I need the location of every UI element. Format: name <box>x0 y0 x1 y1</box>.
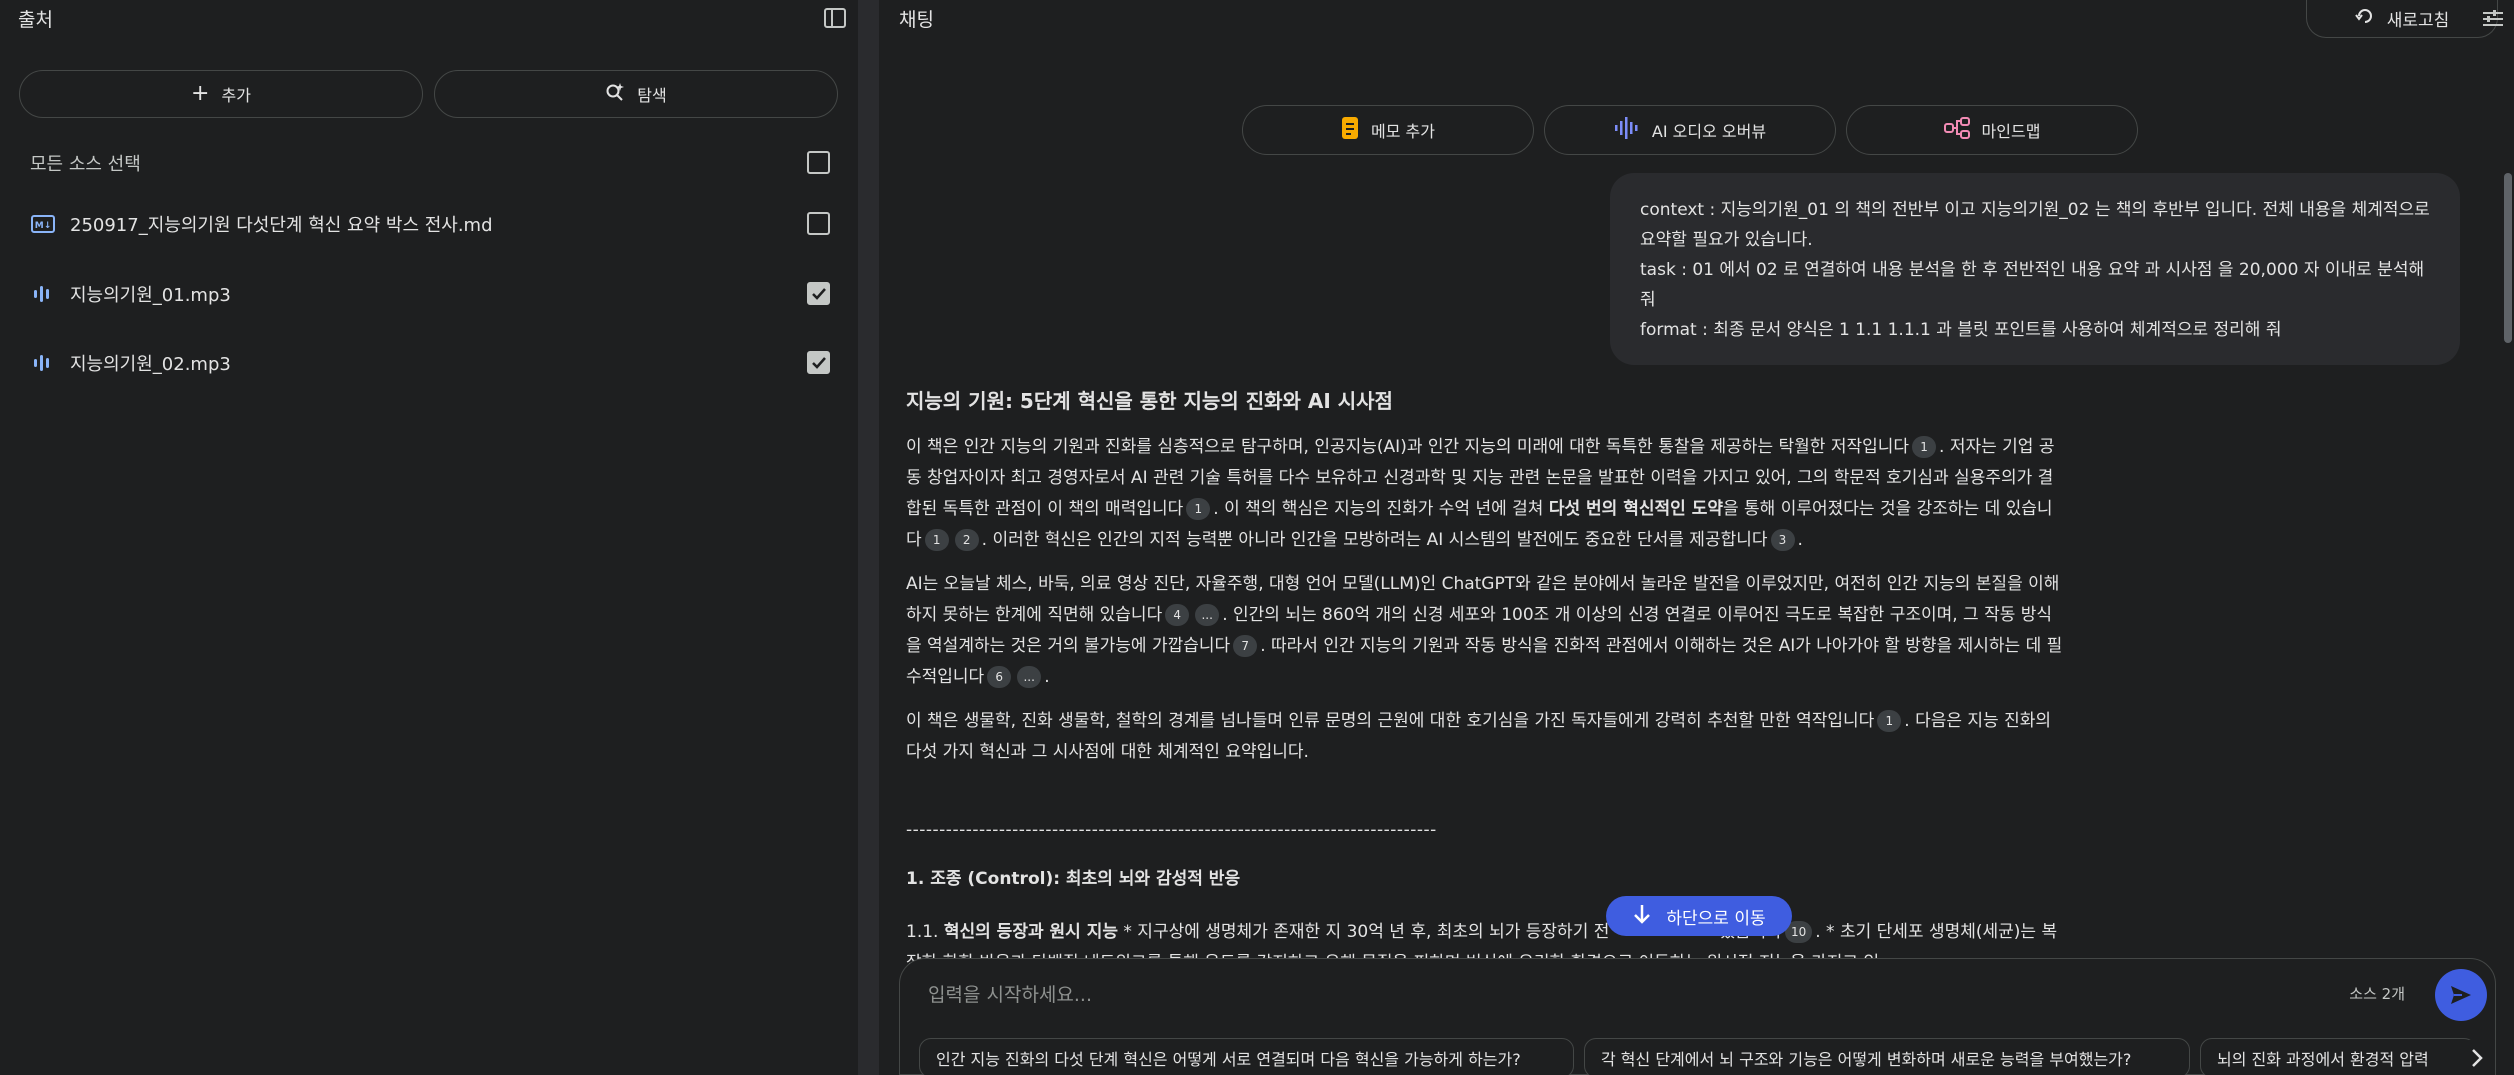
mindmap-button[interactable]: 마인드맵 <box>1846 105 2138 155</box>
check-icon <box>811 287 826 300</box>
source-item[interactable]: M↓ 250917_지능의기원 다섯단계 혁신 요약 박스 전사.md <box>30 206 830 242</box>
svg-text:M↓: M↓ <box>35 221 52 231</box>
source-checkbox[interactable] <box>807 282 830 305</box>
markdown-icon: M↓ <box>30 211 56 237</box>
arrow-down-icon <box>1632 903 1652 930</box>
audio-icon <box>30 281 56 307</box>
chat-title: 채팅 <box>899 9 934 31</box>
add-source-button[interactable]: + 추가 <box>19 70 423 118</box>
select-all-row[interactable]: 모든 소스 선택 <box>30 145 830 181</box>
check-icon <box>811 356 826 369</box>
answer-paragraph: AI는 오늘날 체스, 바둑, 의료 영상 진단, 자율주행, 대형 언어 모델… <box>906 574 2063 688</box>
audio-icon <box>30 350 56 376</box>
user-message-format: format : 최종 문서 양식은 1 1.1 1.1.1 과 블릿 포인트를… <box>1640 320 2282 340</box>
refresh-button[interactable]: 새로고침 <box>2306 0 2498 38</box>
citation-chip[interactable]: 1 <box>1877 710 1902 732</box>
citation-chip[interactable]: 1 <box>924 529 949 551</box>
select-all-label: 모든 소스 선택 <box>30 154 141 175</box>
add-note-button[interactable]: 메모 추가 <box>1242 105 1534 155</box>
divider-line: ----------------------------------------… <box>906 820 1437 840</box>
source-item[interactable]: 지능의기원_02.mp3 <box>30 345 830 381</box>
ai-answer: 지능의 기원: 5단계 혁신을 통한 지능의 진화와 AI 시사점 이 책은 인… <box>906 385 2066 992</box>
source-count: 소스 2개 <box>2349 985 2405 1003</box>
citation-chip[interactable]: ... <box>1195 604 1220 626</box>
source-name: 지능의기원_02.mp3 <box>70 354 231 375</box>
section-title: 1. 조종 (Control): 최초의 뇌와 감성적 반응 <box>906 869 1241 889</box>
citation-chip[interactable]: 3 <box>1770 529 1795 551</box>
citation-chip[interactable]: 2 <box>954 529 979 551</box>
citation-chip[interactable]: ... <box>1017 666 1042 688</box>
suggestion-chip[interactable]: 뇌의 진화 과정에서 환경적 압력 <box>2200 1038 2476 1075</box>
sources-title: 출처 <box>18 9 53 31</box>
chat-input[interactable] <box>928 979 2228 1011</box>
user-message: context : 지능의기원_01 의 책의 전반부 이고 지능의기원_02 … <box>1610 173 2460 365</box>
source-name: 250917_지능의기원 다섯단계 혁신 요약 박스 전사.md <box>70 215 493 236</box>
user-message-context: context : 지능의기원_01 의 책의 전반부 이고 지능의기원_02 … <box>1640 200 2430 250</box>
citation-chip[interactable]: 6 <box>987 666 1012 688</box>
citation-chip[interactable]: 7 <box>1233 635 1258 657</box>
refresh-icon <box>2354 6 2375 31</box>
source-checkbox[interactable] <box>807 212 830 235</box>
send-icon <box>2451 986 2471 1004</box>
citation-chip[interactable]: 1 <box>1186 498 1211 520</box>
waveform-icon <box>1614 116 1640 144</box>
user-message-task: task : 01 에서 02 로 연결하여 내용 분석을 한 후 전반적인 내… <box>1640 260 2425 310</box>
citation-chip[interactable]: 4 <box>1165 604 1190 626</box>
mindmap-icon <box>1943 117 1970 143</box>
note-icon <box>1341 116 1359 144</box>
answer-paragraph: 이 책은 인간 지능의 기원과 진화를 심층적으로 탐구하며, 인공지능(AI)… <box>906 436 2055 551</box>
select-all-checkbox[interactable] <box>807 151 830 174</box>
citation-chip[interactable]: 1 <box>1912 436 1937 458</box>
send-button[interactable] <box>2435 969 2487 1021</box>
chat-scrollbar[interactable] <box>2504 173 2512 343</box>
discover-button[interactable]: 탐색 <box>434 70 838 118</box>
suggestion-chip[interactable]: 각 혁신 단계에서 뇌 구조와 기능은 어떻게 변화하며 새로운 능력을 부여했… <box>1584 1038 2190 1075</box>
answer-title: 지능의 기원: 5단계 혁신을 통한 지능의 진화와 AI 시사점 <box>906 389 1393 413</box>
plus-icon: + <box>191 81 210 106</box>
sources-panel: 출처 + 추가 탐색 모든 소스 선택 M↓ 250917_지능의기원 다섯단계… <box>0 0 858 1075</box>
source-item[interactable]: 지능의기원_01.mp3 <box>30 276 830 312</box>
source-name: 지능의기원_01.mp3 <box>70 285 231 306</box>
search-sparkle-icon <box>605 82 625 106</box>
answer-paragraph: 이 책은 생물학, 진화 생물학, 철학의 경계를 넘나들며 인류 문명의 근원… <box>906 710 2052 762</box>
audio-overview-button[interactable]: AI 오디오 오버뷰 <box>1544 105 1836 155</box>
settings-sliders-icon[interactable] <box>2481 6 2511 32</box>
scroll-to-bottom-button[interactable]: 하단으로 이동 <box>1606 896 1792 936</box>
chat-panel: 채팅 새로고침 메모 추가 AI 오디오 오버뷰 마인드맵 context : … <box>879 0 2514 1075</box>
collapse-panel-icon[interactable] <box>822 5 848 31</box>
chevron-right-icon[interactable] <box>2459 1040 2495 1075</box>
source-checkbox[interactable] <box>807 351 830 374</box>
suggestion-chip[interactable]: 인간 지능 진화의 다섯 단계 혁신은 어떻게 서로 연결되며 다음 혁신을 가… <box>919 1038 1574 1075</box>
